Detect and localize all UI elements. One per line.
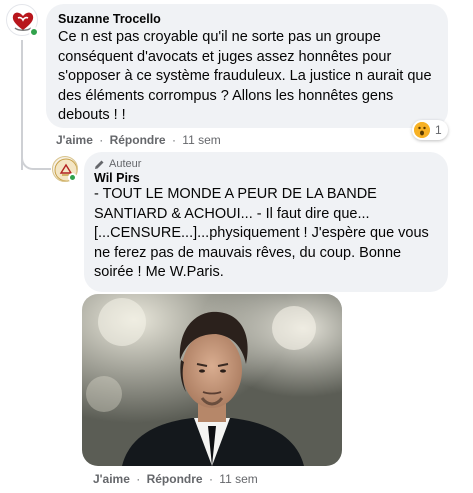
comment-timestamp[interactable]: 11 sem [182,133,220,147]
separator: · [99,133,104,147]
author-badge-label: Auteur [109,158,142,170]
reaction-count: 1 [435,123,442,137]
comment-bubble: Suzanne Trocello Ce n est pas croyable q… [46,4,448,128]
online-status-dot [29,27,39,37]
wow-emoji-icon [414,122,430,138]
reply-button[interactable]: Répondre [147,472,203,486]
like-button[interactable]: J'aime [56,133,93,147]
comment-actions: J'aime · Répondre · 11 sem [56,133,221,147]
reply-actions: J'aime · Répondre · 11 sem [93,472,258,486]
pencil-icon [95,160,104,169]
thread-connector-curve [21,150,51,170]
separator: · [208,472,213,486]
man-in-suit-photo [82,294,342,466]
reply-timestamp[interactable]: 11 sem [219,472,257,486]
online-status-dot [68,173,77,182]
separator: · [136,472,141,486]
comment-author[interactable]: Suzanne Trocello [58,12,436,26]
reply-text: - TOUT LE MONDE A PEUR DE LA BANDE SANTI… [94,186,429,280]
like-button[interactable]: J'aime [93,472,130,486]
reaction-badge[interactable]: 1 [412,120,448,140]
reply-button[interactable]: Répondre [110,133,166,147]
reply-author[interactable]: Wil Pirs [94,171,438,185]
separator: · [171,133,176,147]
comment-text: Ce n est pas croyable qu'il ne sorte pas… [58,29,432,123]
reply-bubble: Auteur Wil Pirs - TOUT LE MONDE A PEUR D… [84,152,448,292]
reply-photo[interactable] [82,294,342,466]
author-badge: Auteur [94,158,438,170]
